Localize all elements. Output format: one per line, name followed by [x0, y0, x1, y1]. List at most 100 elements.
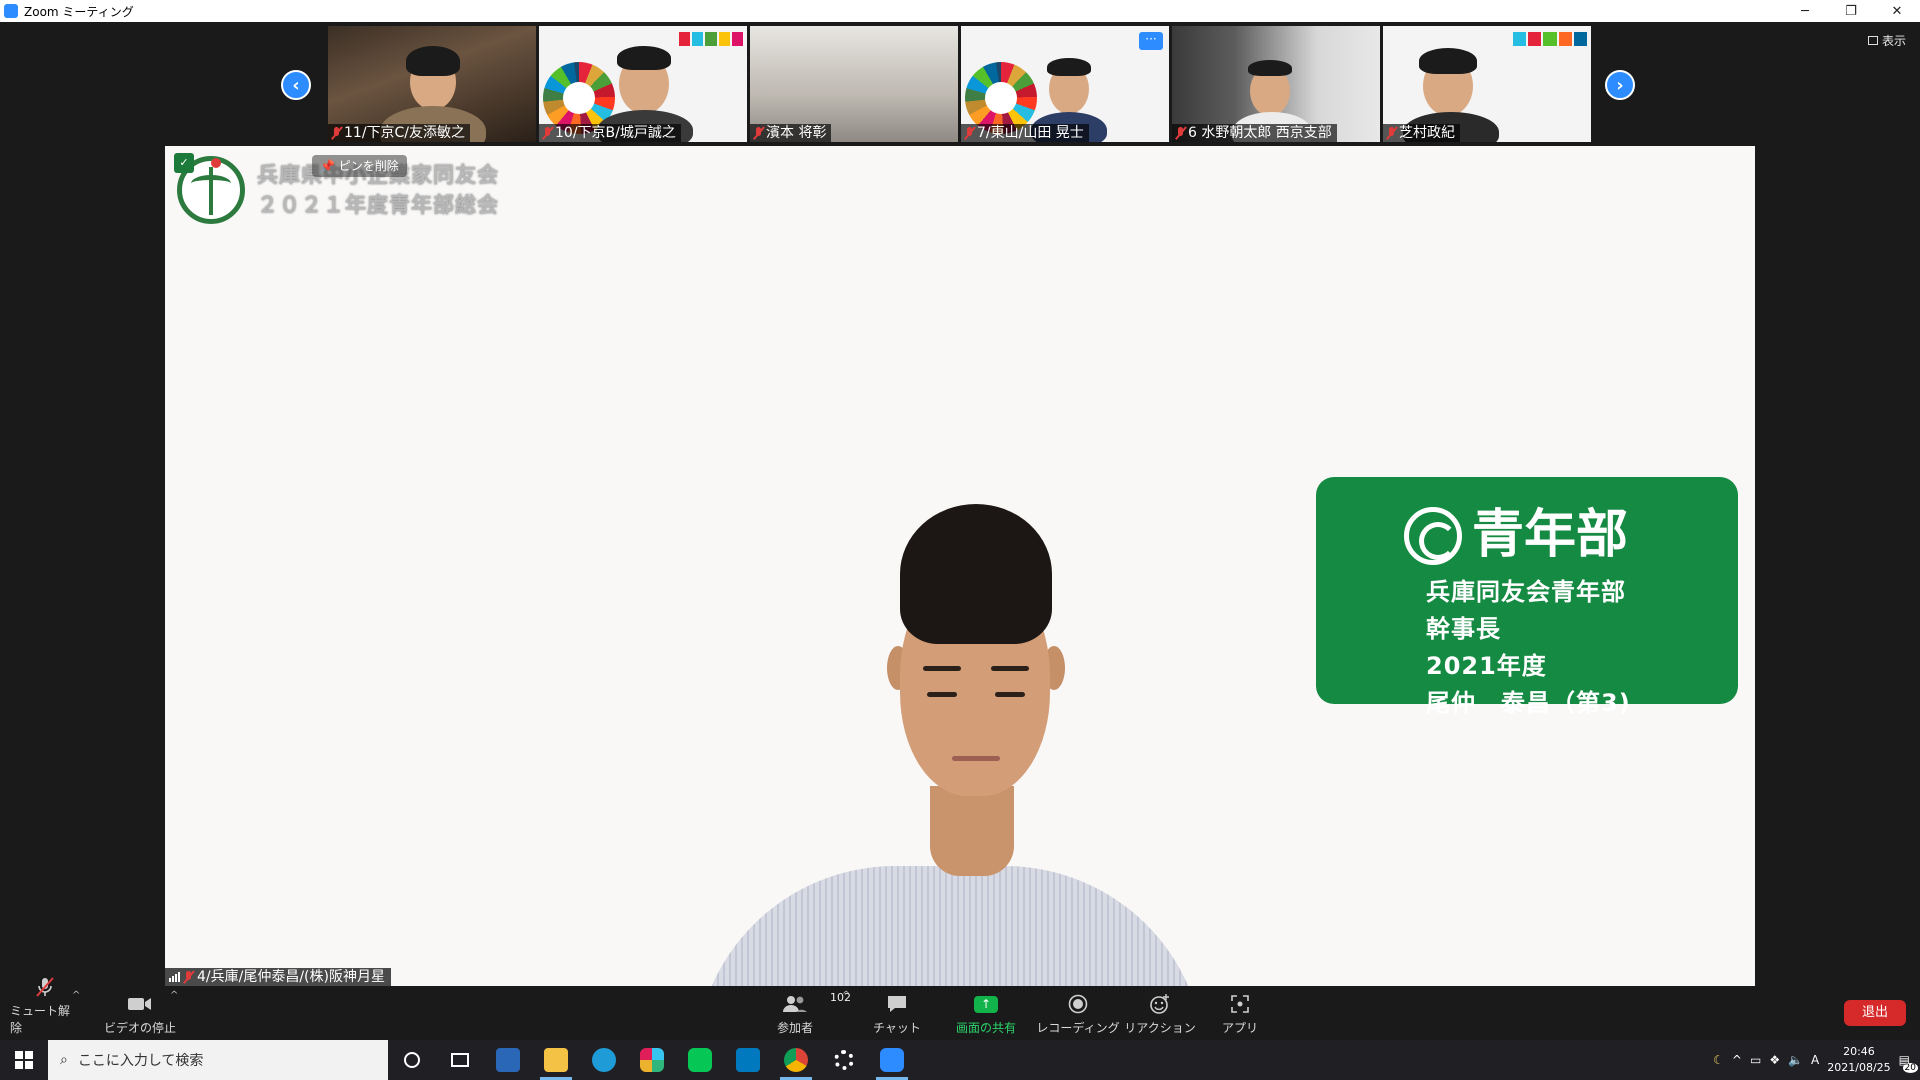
- share-screen-button[interactable]: ↑ 画面の共有: [946, 986, 1026, 1040]
- start-button[interactable]: [0, 1040, 48, 1080]
- participant-name-tag: 芝村政紀: [1383, 124, 1460, 142]
- close-button[interactable]: ✕: [1874, 0, 1920, 22]
- slack-app-icon[interactable]: [628, 1040, 676, 1080]
- recording-indicator-icon: [211, 158, 221, 168]
- remove-pin-button[interactable]: 📌 ピンを削除: [312, 155, 407, 177]
- badge-line: 幹事長: [1426, 615, 1501, 643]
- speaker-name-tag: 4/兵庫/尾仲泰昌/(株)阪神月星: [165, 968, 391, 986]
- participants-label: 参加者: [776, 1021, 813, 1035]
- participant-tile[interactable]: 11/下京C/友添敏之: [328, 26, 536, 142]
- ime-indicator[interactable]: A: [1811, 1053, 1819, 1067]
- next-page-button[interactable]: ›: [1605, 70, 1635, 100]
- pin-icon: 📌: [320, 159, 335, 173]
- unmute-label: ミュート解除: [10, 1004, 71, 1035]
- file-explorer-icon[interactable]: [532, 1040, 580, 1080]
- taskbar-search-box[interactable]: ⌕ ここに入力して検索: [48, 1040, 388, 1080]
- dropbox-icon[interactable]: ❖: [1769, 1053, 1780, 1067]
- tray-expand-chevron-icon[interactable]: ^: [1732, 1053, 1742, 1067]
- settings-gear-icon[interactable]: [820, 1040, 868, 1080]
- video-options-chevron-icon[interactable]: ^: [170, 990, 178, 1001]
- record-button[interactable]: レコーディング: [1036, 986, 1120, 1040]
- stop-video-button[interactable]: ビデオの停止: [100, 986, 180, 1040]
- share-screen-label: 画面の共有: [955, 1021, 1016, 1035]
- reactions-button[interactable]: リアクション: [1122, 986, 1198, 1040]
- view-icon: [1867, 36, 1878, 45]
- restore-button[interactable]: ❐: [1828, 0, 1874, 22]
- speaker-mouth: [952, 756, 1000, 761]
- unmute-button[interactable]: ミュート解除: [10, 977, 80, 1040]
- participant-hair: [406, 46, 460, 76]
- security-shield-icon[interactable]: ✓: [174, 153, 194, 173]
- participant-tile[interactable]: 6 水野朝太郎 西京支部: [1172, 26, 1380, 142]
- participant-name: 芝村政紀: [1399, 125, 1455, 141]
- view-button[interactable]: 表示: [1867, 32, 1906, 49]
- badge-line: 尾仲 泰昌（第3): [1426, 689, 1631, 717]
- participant-tile[interactable]: 10/下京B/城戸誠之: [539, 26, 747, 142]
- share-screen-icon: ↑: [974, 993, 998, 1015]
- minimize-button[interactable]: ─: [1782, 0, 1828, 22]
- notification-count: 20: [1902, 1063, 1918, 1073]
- clock-date: 2021/08/25: [1827, 1061, 1891, 1074]
- participant-name: 6 水野朝太郎 西京支部: [1188, 125, 1332, 141]
- active-speaker-video[interactable]: 兵庫県中小企業家同友会 ２０２１年度青年部総会 ✓ 📌 ピンを削除 青年部 兵庫…: [165, 146, 1755, 986]
- task-view-icon[interactable]: [436, 1040, 484, 1080]
- dreamweaver-app-icon[interactable]: [484, 1040, 532, 1080]
- chrome-browser-icon[interactable]: [772, 1040, 820, 1080]
- weather-moon-icon[interactable]: ☾: [1713, 1053, 1724, 1067]
- speaker-hair: [900, 504, 1052, 644]
- participants-button[interactable]: 102 参加者: [760, 986, 851, 1040]
- trello-app-icon[interactable]: [724, 1040, 772, 1080]
- zoom-taskbar-icon[interactable]: [868, 1040, 916, 1080]
- chat-button[interactable]: チャット: [862, 986, 932, 1040]
- audio-options-chevron-icon[interactable]: ^: [72, 990, 80, 1001]
- badge-department: 青年部: [1472, 505, 1629, 565]
- participant-name: 11/下京C/友添敏之: [344, 125, 466, 141]
- participant-tile[interactable]: 濱本 将彰: [750, 26, 958, 142]
- speaker-neck: [930, 786, 1014, 876]
- prev-page-button[interactable]: ‹: [281, 70, 311, 100]
- participant-hair: [1248, 60, 1292, 76]
- line-app-icon[interactable]: [676, 1040, 724, 1080]
- badge-line: 2021年度: [1426, 652, 1547, 680]
- system-tray: ☾ ^ ▭ ❖ 🔈 A 20:46 2021/08/25 ▤ 20: [1713, 1040, 1920, 1080]
- slide-tiles-graphic: [1513, 32, 1587, 46]
- leave-meeting-button[interactable]: 退出: [1844, 1000, 1906, 1026]
- participant-name-tag: 11/下京C/友添敏之: [328, 124, 471, 142]
- taskbar-clock[interactable]: 20:46 2021/08/25: [1827, 1044, 1890, 1076]
- participant-name: 10/下京B/城戸誠之: [555, 125, 676, 141]
- windows-logo-icon: [15, 1051, 33, 1069]
- speaker-eye: [995, 692, 1025, 697]
- apps-label: アプリ: [1221, 1021, 1258, 1035]
- participants-icon: 102: [782, 991, 851, 1015]
- notification-center-icon[interactable]: ▤ 20: [1899, 1053, 1918, 1073]
- connection-signal-icon: [169, 972, 180, 982]
- speaker-eye: [927, 692, 957, 697]
- volume-icon[interactable]: 🔈: [1788, 1053, 1803, 1067]
- chat-label: チャット: [873, 1021, 921, 1035]
- smiley-add-icon: [1149, 993, 1171, 1015]
- more-options-button[interactable]: ···: [1139, 32, 1163, 50]
- apps-button[interactable]: アプリ: [1212, 986, 1268, 1040]
- apps-icon: [1230, 993, 1250, 1015]
- participants-options-chevron-icon[interactable]: ^: [842, 990, 850, 1001]
- participant-name: 7/東山/山田 晃士: [977, 125, 1084, 141]
- event-name: ２０２１年度青年部総会: [257, 193, 499, 217]
- network-icon[interactable]: ▭: [1750, 1053, 1761, 1067]
- participant-tile[interactable]: ··· 7/東山/山田 晃士: [961, 26, 1169, 142]
- meeting-controls-bar: ミュート解除 ^ ビデオの停止 ^ 102 参加者 ^ チャット ↑ 画面の共有…: [0, 977, 1920, 1040]
- meeting-area: 表示 ‹ › 11/下京C/友添敏之 10/下京B/城戸誠之 濱本 将彰 ···…: [0, 22, 1920, 1040]
- participant-tile[interactable]: 芝村政紀: [1383, 26, 1591, 142]
- search-icon: ⌕: [60, 1052, 68, 1068]
- zoom-app-icon: [4, 4, 18, 18]
- slide-tiles-graphic: [679, 32, 743, 46]
- stop-video-label: ビデオの停止: [103, 1021, 176, 1035]
- mic-muted-icon: [965, 127, 974, 139]
- mic-muted-icon: [1387, 127, 1396, 139]
- participant-name: 濱本 将彰: [766, 125, 827, 141]
- speaker-shirt: [695, 866, 1205, 986]
- window-title: Zoom ミーティング: [24, 4, 134, 19]
- edge-browser-icon[interactable]: [580, 1040, 628, 1080]
- participant-hair: [1419, 48, 1477, 74]
- cortana-icon[interactable]: [388, 1040, 436, 1080]
- record-label: レコーディング: [1036, 1021, 1120, 1035]
